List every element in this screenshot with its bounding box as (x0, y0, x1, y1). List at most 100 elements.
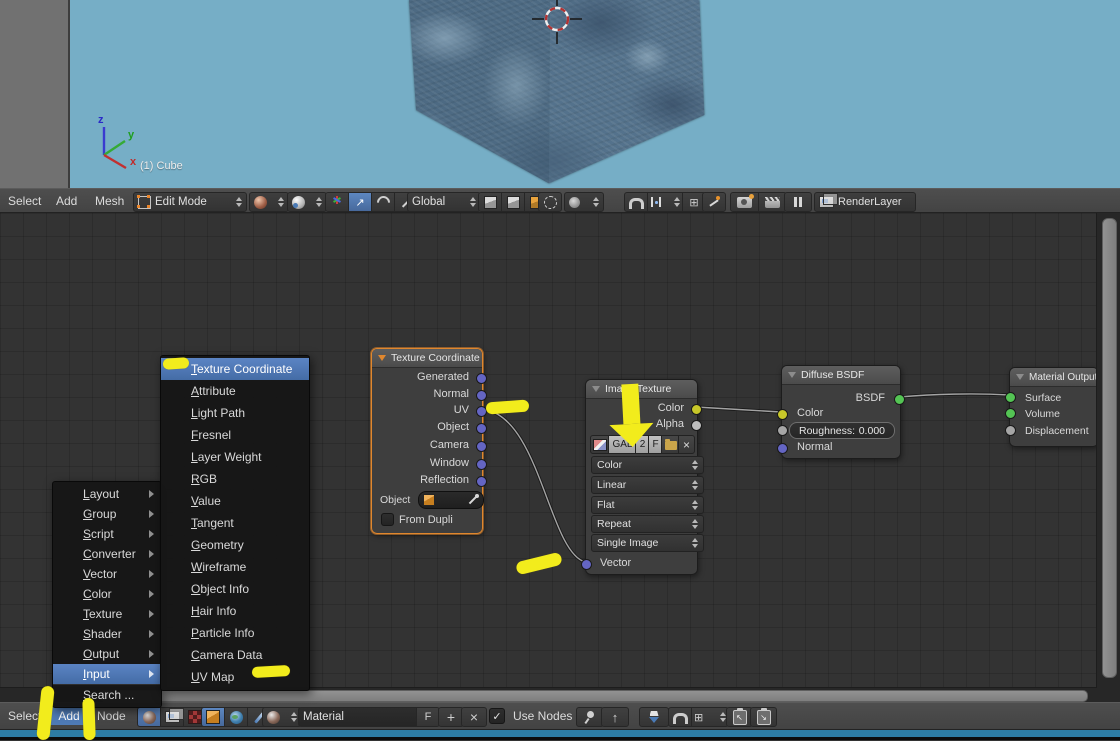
image-browse-button[interactable] (590, 435, 610, 454)
node-texture-coordinate[interactable]: Texture Coordinate Generated Normal UV O… (371, 348, 483, 534)
menu-item-color[interactable]: Color (53, 584, 161, 604)
proportional-edit-dropdown[interactable] (564, 192, 604, 212)
snap-magnet-button[interactable] (624, 192, 648, 212)
submenu-item-value[interactable]: Value (161, 490, 309, 512)
pause-button[interactable] (784, 192, 812, 212)
shader-tree-button[interactable] (137, 707, 161, 727)
projection-dropdown[interactable]: Flat (591, 496, 704, 514)
unlink-image-button[interactable]: × (678, 435, 695, 454)
menu-item-shader[interactable]: Shader (53, 624, 161, 644)
socket-reflection-out[interactable] (476, 476, 487, 487)
compositing-tree-button[interactable] (161, 707, 184, 727)
submenu-item-rgb[interactable]: RGB (161, 468, 309, 490)
render-layer-dropdown[interactable]: RenderLayer (814, 192, 916, 212)
socket-window-out[interactable] (476, 459, 487, 470)
collapse-triangle-icon[interactable] (378, 355, 386, 361)
3d-viewport[interactable]: z y x (1) Cube (0, 0, 1120, 188)
submenu-item-light-path[interactable]: Light Path (161, 402, 309, 424)
interpolation-dropdown[interactable]: Linear (591, 476, 704, 494)
pin-button[interactable] (576, 707, 604, 727)
menu-item-script[interactable]: Script (53, 524, 161, 544)
submenu-item-hair-info[interactable]: Hair Info (161, 600, 309, 622)
menu-item-output[interactable]: Output (53, 644, 161, 664)
submenu-item-particle-info[interactable]: Particle Info (161, 622, 309, 644)
mode-dropdown[interactable]: Edit Mode (133, 192, 247, 212)
source-dropdown[interactable]: Single Image (591, 534, 704, 552)
socket-object-out[interactable] (476, 423, 487, 434)
cube-object[interactable] (398, 0, 710, 188)
snap-element-dropdown[interactable] (648, 192, 683, 212)
opengl-render-image-button[interactable] (730, 192, 759, 212)
horizontal-scroll-thumb[interactable] (100, 690, 1088, 702)
submenu-item-attribute[interactable]: Attribute (161, 380, 309, 402)
automerge-button[interactable] (702, 192, 726, 212)
socket-color-in[interactable] (777, 409, 788, 420)
copy-nodes-button[interactable]: ↖ (726, 707, 753, 727)
socket-generated-out[interactable] (476, 373, 487, 384)
socket-camera-out[interactable] (476, 441, 487, 452)
rotate-manipulator-button[interactable] (372, 192, 395, 212)
object-picker-field[interactable] (418, 491, 484, 509)
submenu-item-geometry[interactable]: Geometry (161, 534, 309, 556)
node-material-output[interactable]: Material Output Surface Volume Displacem… (1009, 367, 1099, 447)
view-menu-mesh[interactable]: Mesh (91, 189, 128, 213)
translate-manipulator-button[interactable]: ↗ (349, 192, 372, 212)
snap-element-dropdown[interactable]: ⊞ (692, 707, 729, 727)
parent-tree-button[interactable]: ↑ (601, 707, 629, 727)
menu-item-layout[interactable]: Layout (53, 484, 161, 504)
menu-item-converter[interactable]: Converter (53, 544, 161, 564)
menu-item-texture[interactable]: Texture (53, 604, 161, 624)
socket-roughness-in[interactable] (777, 425, 788, 436)
socket-color-out[interactable] (691, 404, 702, 415)
vertical-scrollbar[interactable] (1096, 213, 1120, 688)
world-shader-button[interactable] (225, 707, 248, 727)
socket-bsdf-out[interactable] (894, 394, 905, 405)
manipulator-axes-button[interactable] (325, 192, 349, 212)
object-shader-button[interactable] (201, 707, 225, 727)
socket-volume-in[interactable] (1005, 408, 1016, 419)
color-space-dropdown[interactable]: Color (591, 456, 704, 474)
view-menu-add[interactable]: Add (52, 189, 81, 213)
material-name-field[interactable]: Material (298, 707, 418, 727)
roughness-slider[interactable]: Roughness: 0.000 (789, 422, 895, 439)
socket-displacement-in[interactable] (1005, 425, 1016, 436)
menu-item-input[interactable]: Input (53, 664, 161, 684)
collapse-triangle-icon[interactable] (592, 386, 600, 392)
submenu-item-fresnel[interactable]: Fresnel (161, 424, 309, 446)
viewport-shading-dropdown[interactable] (249, 192, 289, 212)
vertical-scroll-thumb[interactable] (1102, 218, 1117, 678)
collapse-triangle-icon[interactable] (788, 372, 796, 378)
use-nodes-checkbox[interactable]: ✓ (489, 708, 505, 724)
socket-vector-in[interactable] (581, 559, 592, 570)
collapse-triangle-icon[interactable] (1016, 374, 1024, 380)
paste-nodes-button[interactable]: ↘ (750, 707, 777, 727)
menu-item-group[interactable]: Group (53, 504, 161, 524)
submenu-item-tangent[interactable]: Tangent (161, 512, 309, 534)
eyedropper-icon[interactable] (467, 494, 479, 506)
node-header[interactable]: Texture Coordinate (372, 349, 482, 368)
socket-surface-in[interactable] (1005, 392, 1016, 403)
limit-visible-button[interactable] (538, 192, 562, 212)
node-header[interactable]: Diffuse BSDF (782, 366, 900, 385)
snap-surface-button[interactable] (639, 707, 669, 727)
node-header[interactable]: Material Output (1010, 368, 1098, 387)
submenu-item-camera-data[interactable]: Camera Data (161, 644, 309, 666)
vertex-select-button[interactable] (478, 192, 502, 212)
edge-select-button[interactable] (502, 192, 525, 212)
submenu-item-layer-weight[interactable]: Layer Weight (161, 446, 309, 468)
socket-normal-out[interactable] (476, 390, 487, 401)
node-diffuse-bsdf[interactable]: Diffuse BSDF BSDF Color Roughness: 0.000… (781, 365, 901, 459)
material-browse-dropdown[interactable] (262, 707, 302, 727)
snap-magnet-button[interactable] (668, 707, 692, 727)
socket-alpha-out[interactable] (691, 420, 702, 431)
pivot-point-dropdown[interactable] (287, 192, 327, 212)
from-dupli-checkbox[interactable] (381, 513, 394, 526)
menu-item-vector[interactable]: Vector (53, 564, 161, 584)
submenu-item-wireframe[interactable]: Wireframe (161, 556, 309, 578)
opengl-render-anim-button[interactable] (759, 192, 787, 212)
transform-orientation-dropdown[interactable]: Global (407, 192, 481, 212)
view-menu-select[interactable]: Select (4, 189, 45, 213)
extension-dropdown[interactable]: Repeat (591, 515, 704, 533)
menu-item-search[interactable]: Search ... (53, 684, 161, 705)
fake-user-button[interactable]: F (416, 707, 440, 727)
